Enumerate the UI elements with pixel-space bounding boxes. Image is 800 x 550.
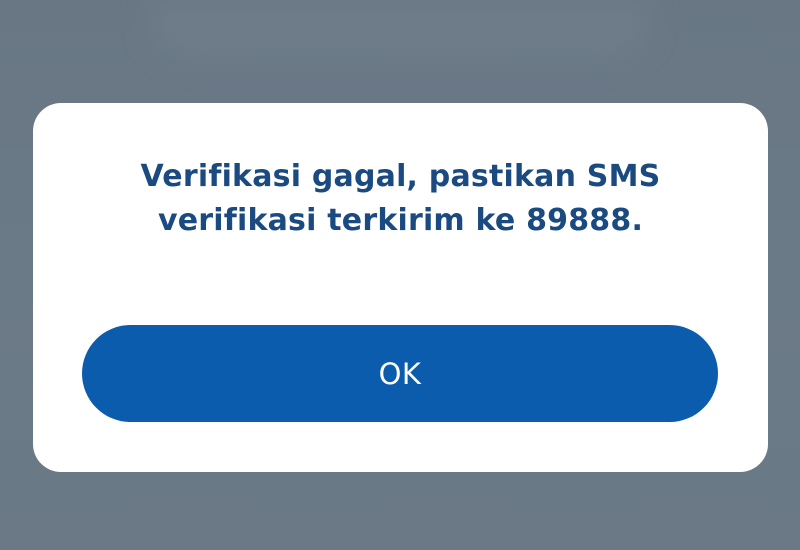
ok-button-label: OK [378,356,422,391]
dialog-message: Verifikasi gagal, pastikan SMS verifikas… [33,155,768,243]
dialog-message-line-1: Verifikasi gagal, pastikan SMS [140,159,661,194]
background-app-content [150,0,650,60]
ok-button[interactable]: OK [82,325,718,422]
dialog-message-line-2: verifikasi terkirim ke 89888. [157,203,644,238]
alert-dialog: Verifikasi gagal, pastikan SMS verifikas… [33,103,768,472]
